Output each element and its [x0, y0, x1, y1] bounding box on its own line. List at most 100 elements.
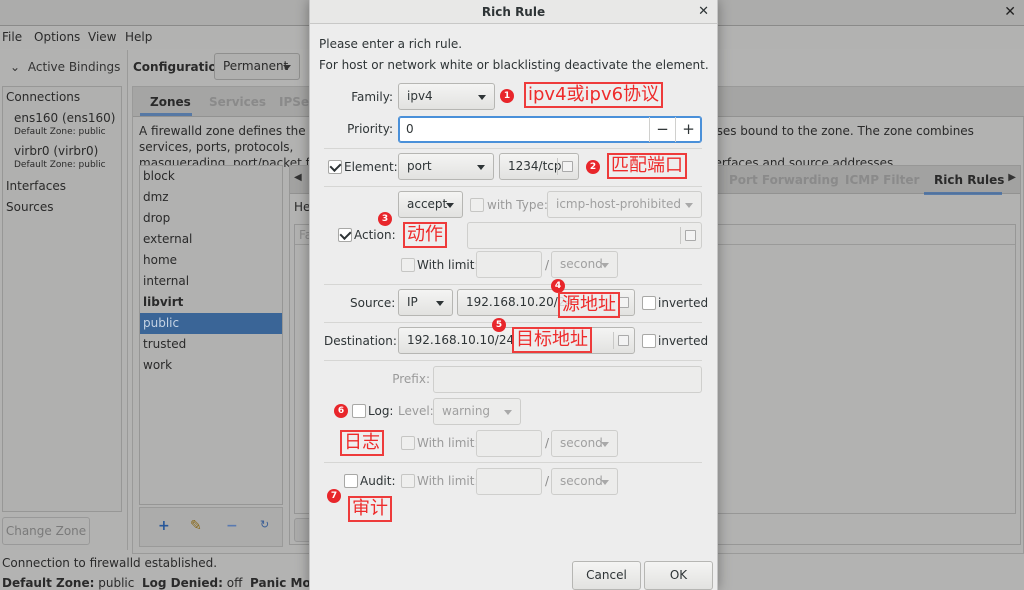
zone-item[interactable]: home — [140, 250, 282, 271]
menu-options[interactable]: Options — [34, 30, 80, 44]
action-limit-unit-dropdown[interactable]: second — [551, 251, 618, 278]
decrement-button[interactable]: − — [649, 117, 675, 142]
load-defaults-icon[interactable]: ↻ — [260, 518, 269, 531]
element-value-button[interactable]: 1234/tcp — [499, 153, 579, 180]
destination-label: Destination: — [324, 334, 397, 348]
sources-header[interactable]: Sources — [6, 200, 53, 214]
annotation-badge: 1 — [500, 89, 514, 103]
connections-header[interactable]: Connections — [6, 90, 80, 104]
audit-limit-entry[interactable] — [476, 468, 542, 495]
caret-down-icon — [685, 203, 693, 208]
default-zone-value: public — [98, 576, 135, 590]
zone-item[interactable]: internal — [140, 271, 282, 292]
edit-zone-icon[interactable]: ✎ — [190, 518, 202, 534]
log-prefix-entry[interactable] — [433, 366, 702, 393]
zone-list: block dmz drop external home internal li… — [139, 165, 283, 505]
source-type-value: IP — [407, 295, 418, 309]
tab-port-forwarding[interactable]: Port Forwarding — [729, 173, 839, 187]
separator — [324, 186, 702, 187]
cancel-button[interactable]: Cancel — [572, 561, 641, 590]
audit-checkbox[interactable] — [344, 474, 358, 488]
zone-item[interactable]: trusted — [140, 334, 282, 355]
reject-type-dropdown[interactable]: icmp-host-prohibited — [547, 191, 702, 218]
zone-item[interactable]: work — [140, 355, 282, 376]
scroll-right-icon[interactable]: ▶ — [1008, 172, 1016, 183]
tab-rich-rules[interactable]: Rich Rules — [934, 173, 1004, 187]
zone-item[interactable]: dmz — [140, 187, 282, 208]
zone-item[interactable]: libvirt — [140, 292, 282, 313]
caret-down-icon — [446, 203, 454, 208]
annotation-label: 源地址 — [558, 292, 620, 318]
separator — [324, 322, 702, 323]
action-checkbox[interactable] — [338, 228, 352, 242]
tab-icmp-filter[interactable]: ICMP Filter — [845, 173, 919, 187]
action-value-entry[interactable] — [467, 222, 702, 249]
connection-name[interactable]: ens160 (ens160) — [14, 111, 115, 125]
active-bindings-toggle[interactable]: ⌄ Active Bindings — [10, 60, 120, 74]
annotation-label: 目标地址 — [512, 327, 592, 353]
caret-down-icon — [478, 95, 486, 100]
priority-value: 0 — [406, 122, 414, 136]
priority-spinbutton[interactable]: 0 − + — [398, 116, 702, 143]
element-checkbox[interactable] — [328, 160, 342, 174]
tab-zones[interactable]: Zones — [150, 95, 191, 109]
configuration-dropdown[interactable]: Permanent — [214, 53, 300, 80]
with-type-checkbox[interactable] — [470, 198, 484, 212]
log-denied-value: off — [226, 576, 243, 590]
log-limit-unit-dropdown[interactable]: second — [551, 430, 618, 457]
separator — [324, 360, 702, 361]
with-limit-label: With limit: — [417, 436, 479, 450]
rich-rule-dialog: Rich Rule ✕ Please enter a rich rule. Fo… — [309, 0, 718, 590]
element-value: 1234/tcp — [508, 159, 562, 173]
active-tab-indicator — [924, 192, 1002, 195]
action-limit-checkbox[interactable] — [401, 258, 415, 272]
action-dropdown[interactable]: accept — [398, 191, 463, 218]
element-type-dropdown[interactable]: port — [398, 153, 494, 180]
family-dropdown[interactable]: ipv4 — [398, 83, 495, 110]
family-value: ipv4 — [407, 89, 433, 103]
action-limit-entry[interactable] — [476, 251, 542, 278]
default-zone-label: Default Zone: — [2, 576, 95, 590]
log-limit-entry[interactable] — [476, 430, 542, 457]
close-icon[interactable]: ✕ — [698, 0, 709, 24]
separator — [324, 148, 702, 149]
change-zone-button[interactable]: Change Zone — [2, 517, 90, 545]
interfaces-header[interactable]: Interfaces — [6, 179, 66, 193]
menu-file[interactable]: File — [2, 30, 22, 44]
increment-button[interactable]: + — [675, 117, 701, 142]
connection-name[interactable]: virbr0 (virbr0) — [14, 144, 98, 158]
annotation-label: ipv4或ipv6协议 — [524, 82, 664, 108]
zone-item[interactable]: external — [140, 229, 282, 250]
remove-zone-icon[interactable]: − — [226, 518, 238, 534]
audit-limit-unit-dropdown[interactable]: second — [551, 468, 618, 495]
tab-services[interactable]: Services — [209, 95, 266, 109]
log-limit-checkbox[interactable] — [401, 436, 415, 450]
with-limit-label: With limit: — [417, 258, 479, 272]
annotation-badge: 2 — [586, 160, 600, 174]
log-denied-label: Log Denied: — [142, 576, 223, 590]
connection-zone: Default Zone: public — [14, 127, 106, 137]
caret-down-icon — [601, 480, 609, 485]
log-checkbox[interactable] — [352, 404, 366, 418]
audit-limit-checkbox[interactable] — [401, 474, 415, 488]
zone-item[interactable]: drop — [140, 208, 282, 229]
dialog-title: Rich Rule — [481, 5, 546, 19]
scroll-left-icon[interactable]: ◀ — [294, 172, 302, 183]
caret-down-icon — [436, 301, 444, 306]
reject-type-value: icmp-host-prohibited — [556, 197, 682, 211]
zone-item[interactable]: block — [140, 166, 282, 187]
close-icon[interactable]: ✕ — [1004, 4, 1016, 20]
source-type-dropdown[interactable]: IP — [398, 289, 453, 316]
add-zone-icon[interactable]: + — [158, 518, 170, 534]
zone-toolbar: + ✎ − ↻ — [139, 507, 283, 547]
caret-down-icon — [601, 442, 609, 447]
zone-item-selected[interactable]: public — [140, 313, 282, 334]
ok-button[interactable]: OK — [644, 561, 713, 590]
source-inverted-checkbox[interactable] — [642, 296, 656, 310]
menu-view[interactable]: View — [88, 30, 116, 44]
menu-help[interactable]: Help — [125, 30, 152, 44]
destination-inverted-checkbox[interactable] — [642, 334, 656, 348]
log-level-dropdown[interactable]: warning — [433, 398, 521, 425]
active-tab-indicator — [140, 113, 192, 116]
source-label: Source: — [350, 296, 396, 310]
